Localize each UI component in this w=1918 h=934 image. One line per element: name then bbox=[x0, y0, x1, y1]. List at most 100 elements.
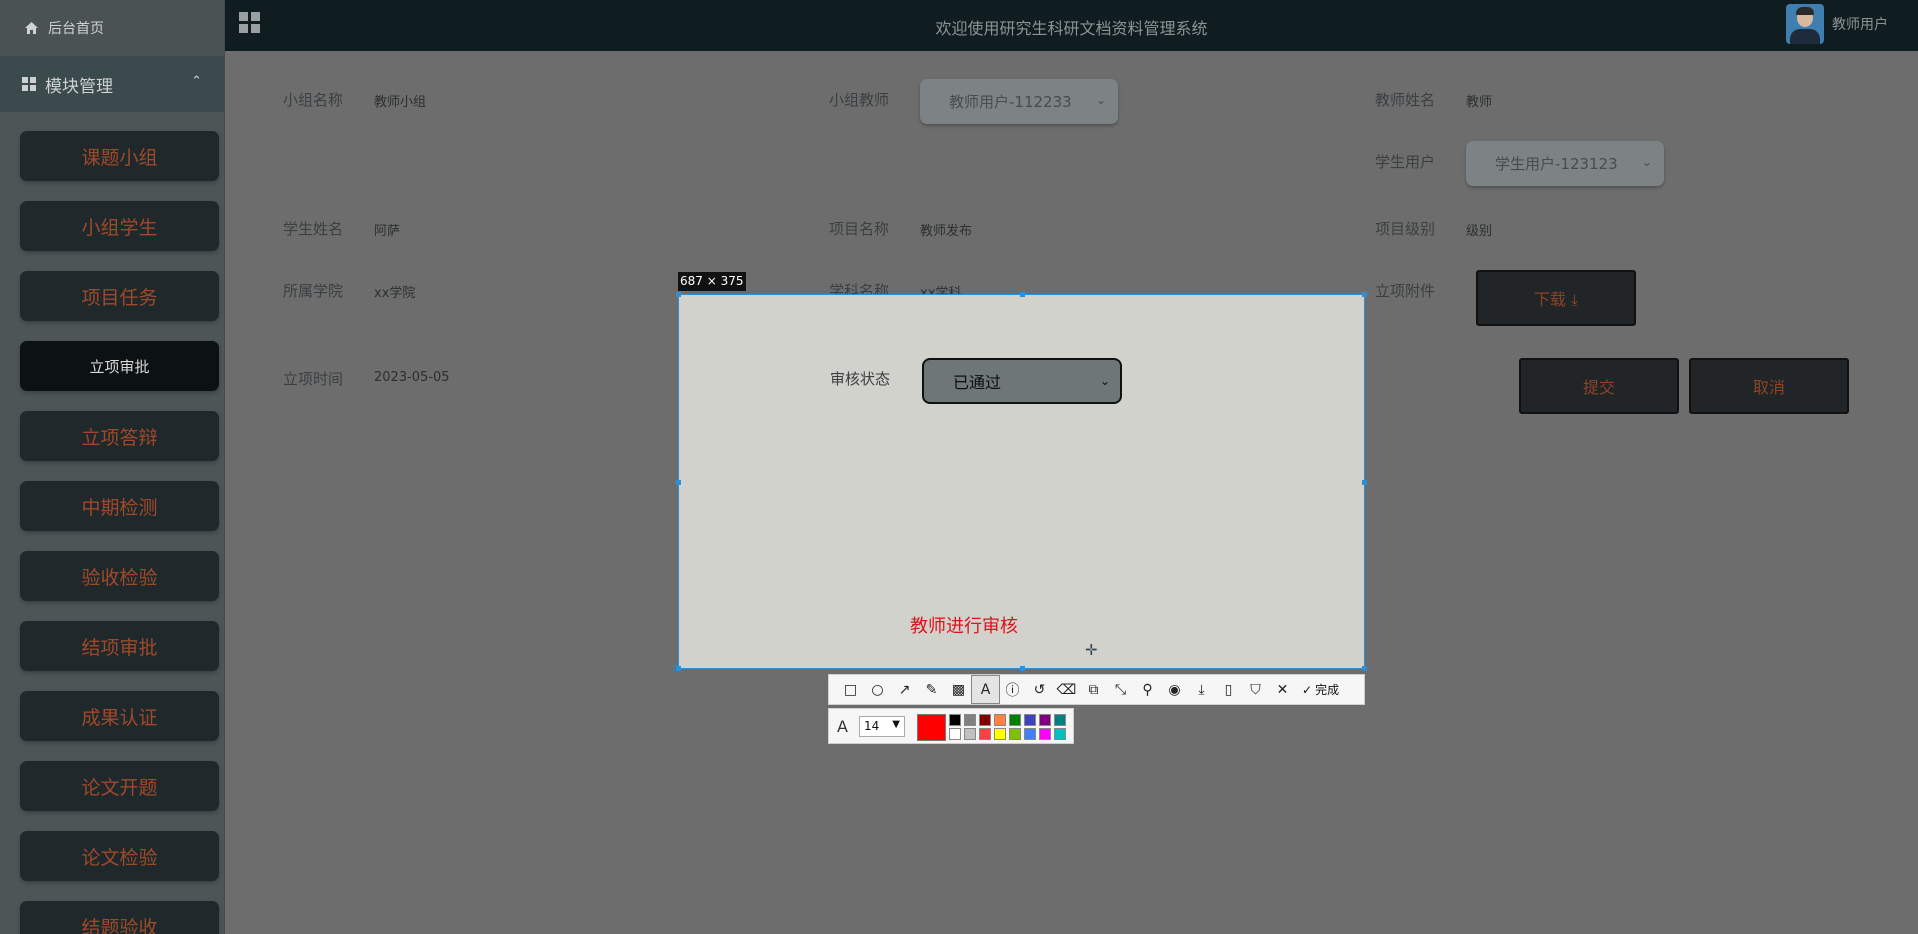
sidebar-module-header[interactable]: 模块管理 ⌃ bbox=[0, 56, 224, 112]
review-status-value: 已通过 bbox=[953, 373, 1002, 392]
ellipse-tool-icon[interactable]: ○ bbox=[864, 676, 891, 703]
resize-handle[interactable] bbox=[676, 666, 681, 671]
sidebar-item-label: 结项审批 bbox=[81, 636, 158, 659]
avatar bbox=[1786, 4, 1824, 44]
text-tool-icon[interactable]: A bbox=[971, 675, 1000, 704]
color-swatch[interactable] bbox=[1024, 728, 1036, 740]
sidebar-item-label: 项目任务 bbox=[81, 286, 158, 309]
group-name-value: 教师小组 bbox=[374, 95, 427, 110]
sidebar-item-thesis-check[interactable]: 论文检验 bbox=[20, 831, 219, 881]
sidebar-item-result-certification[interactable]: 成果认证 bbox=[20, 691, 219, 741]
student-user-value: 学生用户-123123 bbox=[1495, 155, 1618, 173]
sidebar-home-label: 后台首页 bbox=[48, 21, 104, 37]
color-swatch[interactable] bbox=[1024, 714, 1036, 726]
college-value: xx学院 bbox=[374, 286, 416, 301]
current-color-swatch[interactable] bbox=[917, 714, 946, 741]
save-icon[interactable]: ⤓ bbox=[1188, 676, 1215, 703]
color-swatch[interactable] bbox=[994, 714, 1006, 726]
user-menu[interactable]: 教师用户 bbox=[1786, 4, 1888, 44]
sidebar-item-label: 成果认证 bbox=[81, 706, 158, 729]
color-swatch[interactable] bbox=[979, 728, 991, 740]
resize-handle[interactable] bbox=[1020, 292, 1025, 297]
sidebar: 后台首页 模块管理 ⌃ 课题小组 小组学生 项目任务 立项审批 立项答辩 中期检… bbox=[0, 0, 225, 934]
sidebar-home-link[interactable]: 后台首页 bbox=[0, 0, 224, 56]
color-swatch[interactable] bbox=[949, 714, 961, 726]
sidebar-item-closure-approval[interactable]: 结项审批 bbox=[20, 621, 219, 671]
capture-toolbar: □ ○ ↗ ✎ ▩ A ⓘ ↺ ⌫ ⧉ ⤡ ⚲ ◉ ⤓ ▯ ⛉ ✕ ✓ 完成 bbox=[828, 674, 1365, 705]
chevron-up-icon: ⌃ bbox=[191, 74, 202, 89]
sidebar-item-label: 论文检验 bbox=[81, 846, 158, 869]
close-icon[interactable]: ✕ bbox=[1269, 676, 1296, 703]
resize-handle[interactable] bbox=[1362, 292, 1367, 297]
project-level-value: 级别 bbox=[1466, 224, 1493, 239]
sidebar-item-project-defense[interactable]: 立项答辩 bbox=[20, 411, 219, 461]
sidebar-item-label: 结题验收 bbox=[81, 916, 158, 934]
college-label: 所属学院 bbox=[283, 282, 344, 300]
capture-region[interactable]: 审核状态 已通过 ⌄ 教师进行审核 ✛ bbox=[676, 292, 1367, 671]
sidebar-item-project-approval[interactable]: 立项审批 bbox=[20, 341, 219, 391]
cancel-button[interactable]: 取消 bbox=[1689, 358, 1849, 414]
done-button[interactable]: ✓ 完成 bbox=[1302, 681, 1339, 698]
text-style-toolbar: A 14 ▼ bbox=[828, 708, 1074, 744]
grid-icon bbox=[22, 77, 36, 91]
eraser-icon[interactable]: ⌫ bbox=[1053, 676, 1080, 703]
resize-handle[interactable] bbox=[1362, 480, 1367, 485]
ocr-icon[interactable]: ▯ bbox=[1215, 676, 1242, 703]
student-name-label: 学生姓名 bbox=[283, 220, 344, 238]
sidebar-module-label: 模块管理 bbox=[45, 76, 113, 97]
color-swatch[interactable] bbox=[1039, 714, 1051, 726]
color-swatch[interactable] bbox=[1009, 728, 1021, 740]
student-user-select[interactable]: 学生用户-123123 ⌄ bbox=[1466, 141, 1664, 186]
color-swatch[interactable] bbox=[1009, 714, 1021, 726]
record-icon[interactable]: ◉ bbox=[1161, 676, 1188, 703]
submit-button[interactable]: 提交 bbox=[1519, 358, 1679, 414]
review-status-select[interactable]: 已通过 ⌄ bbox=[922, 358, 1122, 404]
chevron-down-icon: ⌄ bbox=[1095, 93, 1106, 107]
resize-handle[interactable] bbox=[676, 292, 681, 297]
color-swatch[interactable] bbox=[994, 728, 1006, 740]
number-marker-icon[interactable]: ⓘ bbox=[999, 676, 1026, 703]
sidebar-item-label: 课题小组 bbox=[81, 146, 158, 169]
crosshair-cursor-icon: ✛ bbox=[1085, 641, 1098, 659]
color-swatch[interactable] bbox=[964, 728, 976, 740]
pencil-tool-icon[interactable]: ✎ bbox=[918, 676, 945, 703]
scroll-capture-icon[interactable]: ⤡ bbox=[1107, 676, 1134, 703]
time-label: 立项时间 bbox=[283, 370, 344, 388]
time-value: 2023-05-05 bbox=[374, 370, 450, 385]
project-level-label: 项目级别 bbox=[1375, 220, 1436, 238]
rectangle-tool-icon[interactable]: □ bbox=[837, 676, 864, 703]
sidebar-item-final-acceptance[interactable]: 结题验收 bbox=[20, 901, 219, 934]
undo-icon[interactable]: ↺ bbox=[1026, 676, 1053, 703]
font-size-select[interactable]: 14 ▼ bbox=[859, 716, 905, 737]
group-teacher-label: 小组教师 bbox=[829, 91, 890, 109]
annotation-text[interactable]: 教师进行审核 bbox=[910, 612, 1018, 638]
resize-handle[interactable] bbox=[1362, 666, 1367, 671]
color-swatch[interactable] bbox=[1039, 728, 1051, 740]
sidebar-item-acceptance-check[interactable]: 验收检验 bbox=[20, 551, 219, 601]
pin-icon[interactable]: ⚲ bbox=[1134, 676, 1161, 703]
sidebar-item-topic-group[interactable]: 课题小组 bbox=[20, 131, 219, 181]
sidebar-item-midterm-check[interactable]: 中期检测 bbox=[20, 481, 219, 531]
resize-handle[interactable] bbox=[676, 480, 681, 485]
color-swatch[interactable] bbox=[979, 714, 991, 726]
chevron-down-icon: ▼ bbox=[892, 719, 900, 730]
resize-handle[interactable] bbox=[1020, 666, 1025, 671]
user-name: 教师用户 bbox=[1832, 17, 1888, 33]
color-swatch[interactable] bbox=[1054, 714, 1066, 726]
download-button[interactable]: 下载 ⤓ bbox=[1476, 270, 1636, 326]
group-teacher-select[interactable]: 教师用户-112233 ⌄ bbox=[920, 79, 1118, 124]
attachment-label: 立项附件 bbox=[1375, 282, 1436, 300]
color-swatch[interactable] bbox=[964, 714, 976, 726]
mosaic-tool-icon[interactable]: ▩ bbox=[945, 676, 972, 703]
color-swatch[interactable] bbox=[1054, 728, 1066, 740]
sidebar-item-project-tasks[interactable]: 项目任务 bbox=[20, 271, 219, 321]
color-swatch[interactable] bbox=[949, 728, 961, 740]
bookmark-icon[interactable]: ⛉ bbox=[1242, 676, 1269, 703]
sidebar-item-group-students[interactable]: 小组学生 bbox=[20, 201, 219, 251]
group-teacher-value: 教师用户-112233 bbox=[949, 93, 1072, 111]
sidebar-item-thesis-proposal[interactable]: 论文开题 bbox=[20, 761, 219, 811]
copy-icon[interactable]: ⧉ bbox=[1080, 676, 1107, 703]
teacher-name-value: 教师 bbox=[1466, 95, 1493, 110]
arrow-tool-icon[interactable]: ↗ bbox=[891, 676, 918, 703]
sidebar-menu: 课题小组 小组学生 项目任务 立项审批 立项答辩 中期检测 验收检验 结项审批 … bbox=[0, 112, 224, 934]
